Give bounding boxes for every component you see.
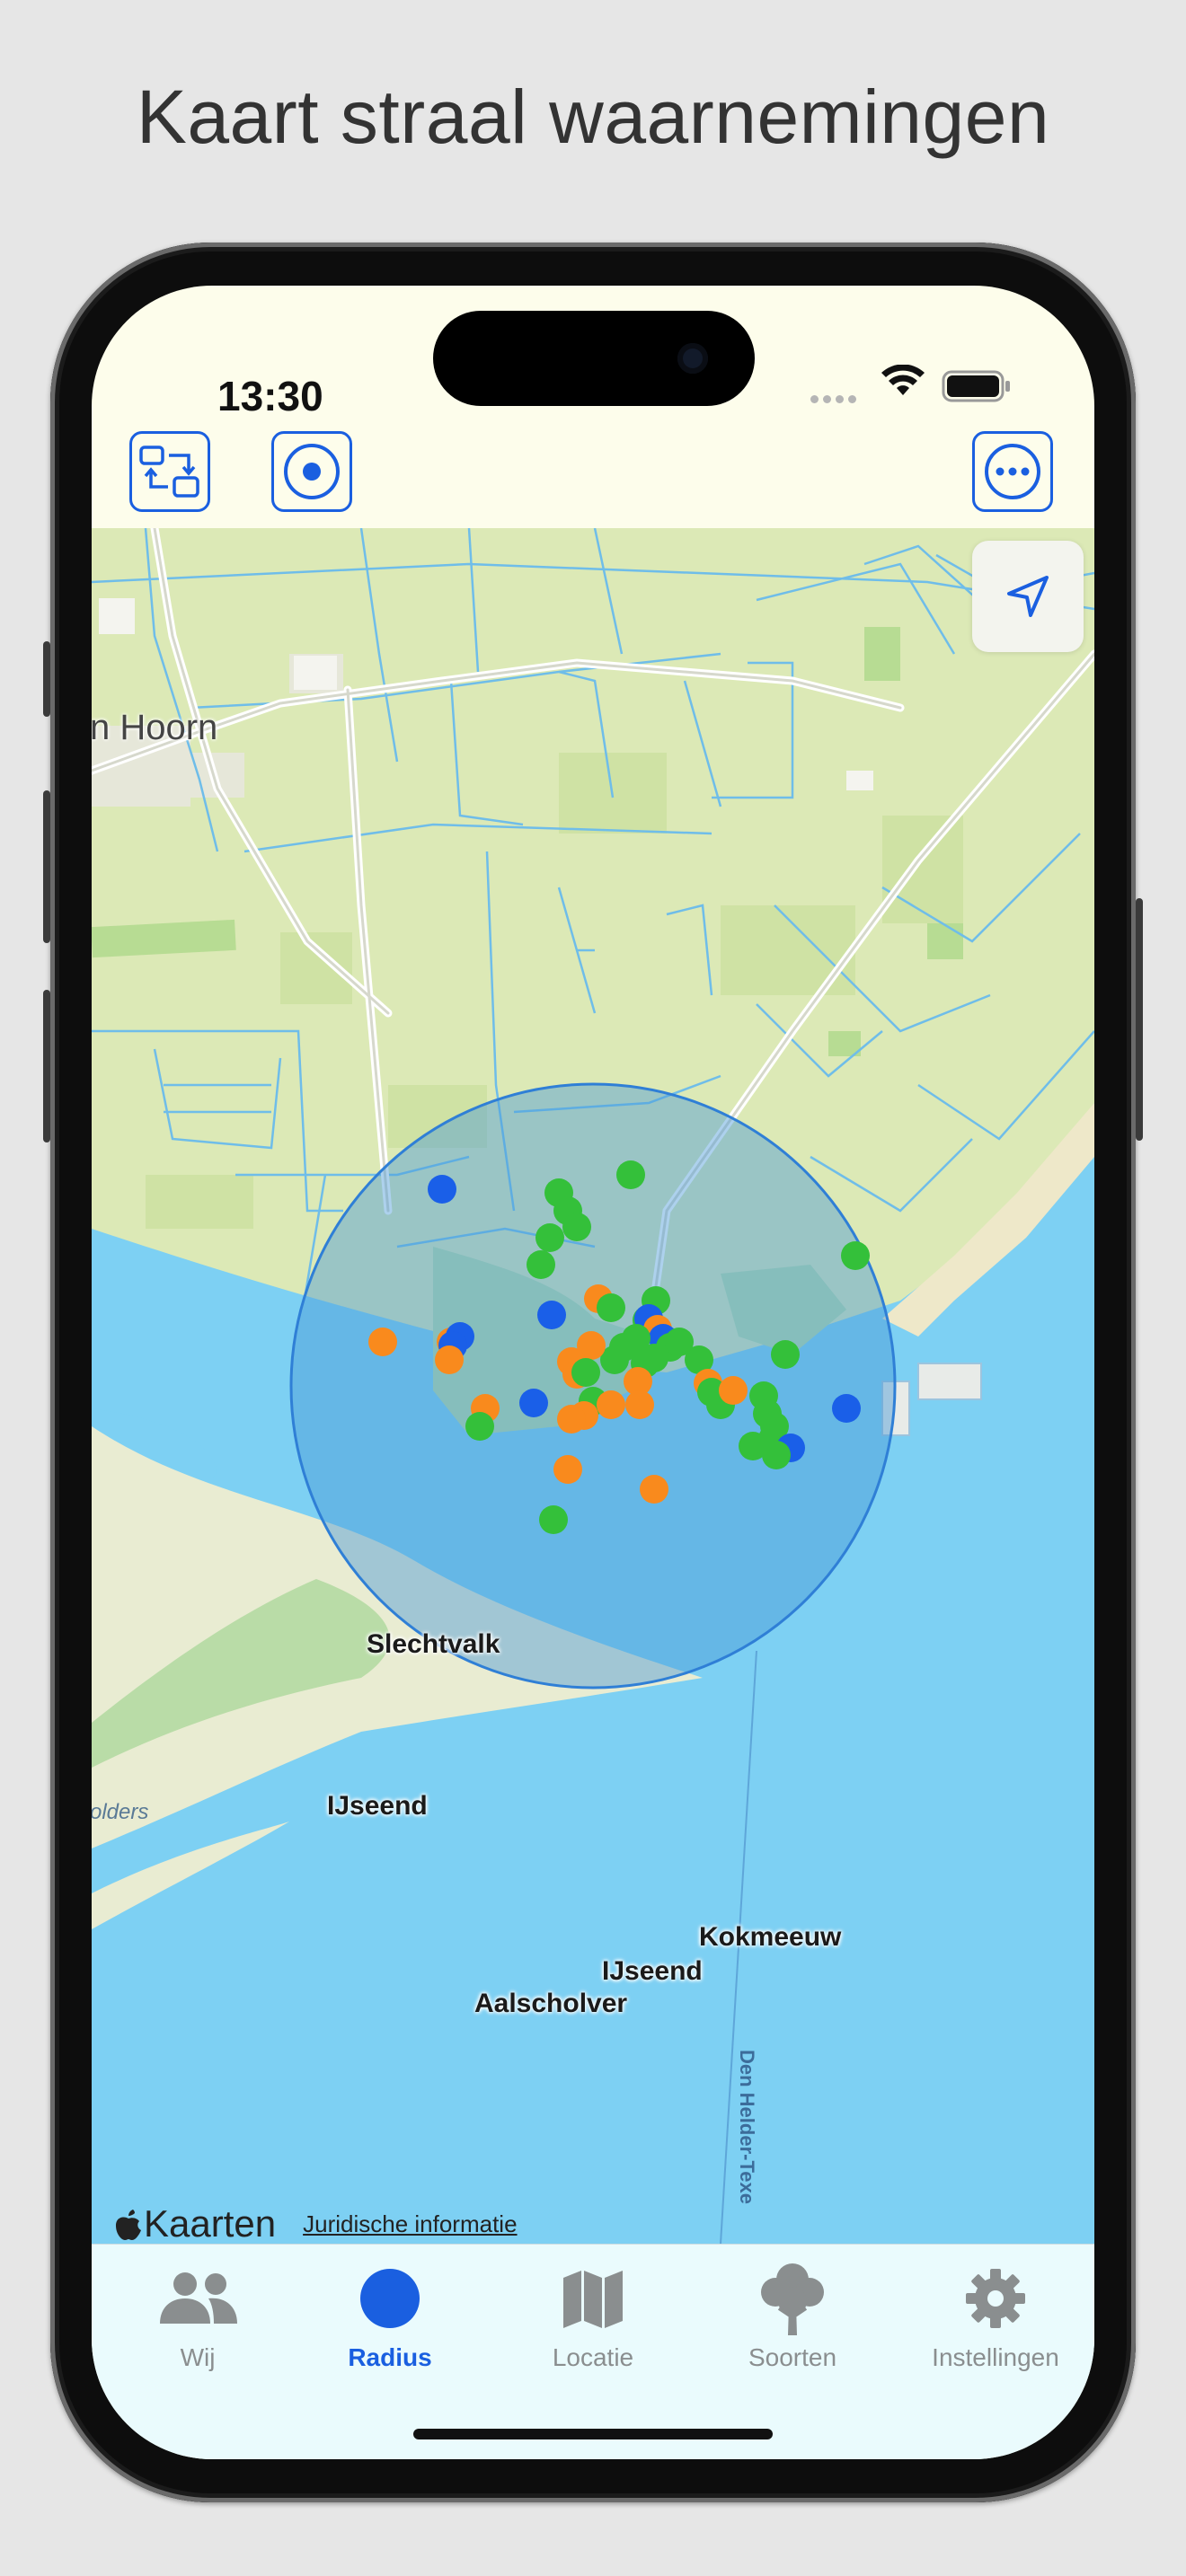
place-label-hoorn: n Hoorn bbox=[92, 708, 218, 747]
volume-up-button bbox=[43, 790, 50, 943]
page-headline: Kaart straal waarnemingen bbox=[136, 75, 1050, 159]
power-button bbox=[1136, 898, 1143, 1141]
observation-pin[interactable] bbox=[368, 1328, 397, 1356]
place-label-polders: olders bbox=[92, 1800, 149, 1824]
target-circle-icon bbox=[284, 444, 340, 499]
species-label-ijseend-1: IJseend bbox=[327, 1791, 428, 1821]
observation-pin[interactable] bbox=[428, 1175, 456, 1204]
map-attribution: Kaarten Juridische informatie bbox=[113, 2202, 518, 2244]
more-options-button[interactable] bbox=[972, 431, 1053, 512]
dynamic-island bbox=[433, 311, 755, 406]
status-time: 13:30 bbox=[217, 373, 323, 419]
tab-soorten[interactable]: Soorten bbox=[703, 2263, 882, 2372]
tab-wij[interactable]: Wij bbox=[108, 2263, 288, 2372]
observation-pin[interactable] bbox=[557, 1405, 586, 1434]
observation-pin[interactable] bbox=[665, 1328, 694, 1356]
tab-label-radius: Radius bbox=[348, 2343, 432, 2371]
observation-pin[interactable] bbox=[625, 1390, 654, 1419]
tab-bar: Wij Radius Locatie Soorten Instellingen bbox=[92, 2244, 1094, 2459]
observation-pin[interactable] bbox=[519, 1389, 548, 1417]
observation-pin[interactable] bbox=[640, 1475, 668, 1504]
status-bar: 13:30 bbox=[92, 286, 1094, 429]
apple-logo-icon bbox=[116, 2210, 141, 2240]
observation-pin[interactable] bbox=[465, 1412, 494, 1441]
tree-icon bbox=[761, 2263, 824, 2335]
map-icon bbox=[563, 2271, 623, 2328]
tab-radius[interactable]: Radius bbox=[300, 2263, 480, 2372]
observation-pin[interactable] bbox=[771, 1340, 800, 1369]
camera-icon bbox=[677, 343, 708, 374]
species-label-ijseend-2: IJseend bbox=[602, 1956, 703, 1986]
volume-down-button bbox=[43, 990, 50, 1142]
tab-label-instellingen: Instellingen bbox=[932, 2343, 1059, 2371]
tab-instellingen[interactable]: Instellingen bbox=[906, 2263, 1085, 2372]
tab-label-soorten: Soorten bbox=[748, 2343, 837, 2371]
observation-pin[interactable] bbox=[537, 1301, 566, 1329]
phone-frame: 13:30 n Hoorn olders Slechtvalk IJseend … bbox=[43, 243, 1143, 2502]
locate-me-button[interactable] bbox=[972, 541, 1084, 652]
maps-brand-text: Kaarten bbox=[144, 2202, 277, 2244]
ferry-route-label: Den Helder-Texe bbox=[736, 2050, 758, 2204]
observation-pin[interactable] bbox=[841, 1241, 870, 1270]
species-label-aalscholver: Aalscholver bbox=[474, 1989, 628, 2018]
legal-info-link[interactable]: Juridische informatie bbox=[303, 2210, 517, 2238]
ellipsis-circle-icon bbox=[985, 444, 1040, 499]
silent-switch bbox=[43, 641, 50, 717]
observation-pin[interactable] bbox=[553, 1455, 582, 1484]
map-canvas bbox=[92, 528, 1094, 2244]
observation-pin[interactable] bbox=[527, 1250, 555, 1279]
observation-pin[interactable] bbox=[597, 1390, 625, 1419]
radius-dot-icon bbox=[360, 2269, 420, 2328]
observation-pin[interactable] bbox=[571, 1358, 600, 1387]
home-indicator bbox=[413, 2429, 773, 2439]
observation-pin[interactable] bbox=[435, 1345, 464, 1374]
species-label-kokmeeuw: Kokmeeuw bbox=[699, 1922, 842, 1952]
observation-pin[interactable] bbox=[597, 1293, 625, 1322]
observation-pin[interactable] bbox=[535, 1223, 564, 1252]
observation-pin[interactable] bbox=[832, 1394, 861, 1423]
battery-icon bbox=[942, 370, 1010, 402]
map-view[interactable]: n Hoorn olders Slechtvalk IJseend Kokmee… bbox=[92, 528, 1094, 2244]
radius-target-button[interactable] bbox=[271, 431, 352, 512]
observation-pin[interactable] bbox=[719, 1376, 748, 1405]
tab-label-locatie: Locatie bbox=[552, 2343, 634, 2371]
cellular-signal-icon bbox=[810, 392, 863, 406]
phone-screen: 13:30 n Hoorn olders Slechtvalk IJseend … bbox=[92, 286, 1094, 2459]
gear-icon bbox=[966, 2269, 1025, 2328]
location-arrow-icon bbox=[1007, 576, 1049, 617]
wifi-icon bbox=[881, 365, 925, 395]
people-icon bbox=[160, 2272, 237, 2324]
observation-pin[interactable] bbox=[762, 1441, 791, 1469]
swap-arrows-icon bbox=[139, 446, 199, 498]
observation-pin[interactable] bbox=[539, 1505, 568, 1534]
observation-pin[interactable] bbox=[616, 1160, 645, 1189]
tab-label-wij: Wij bbox=[180, 2343, 216, 2371]
observation-pin[interactable] bbox=[562, 1213, 591, 1241]
toggle-view-button[interactable] bbox=[129, 431, 210, 512]
tab-locatie[interactable]: Locatie bbox=[503, 2263, 683, 2372]
species-label-slechtvalk: Slechtvalk bbox=[367, 1629, 500, 1659]
